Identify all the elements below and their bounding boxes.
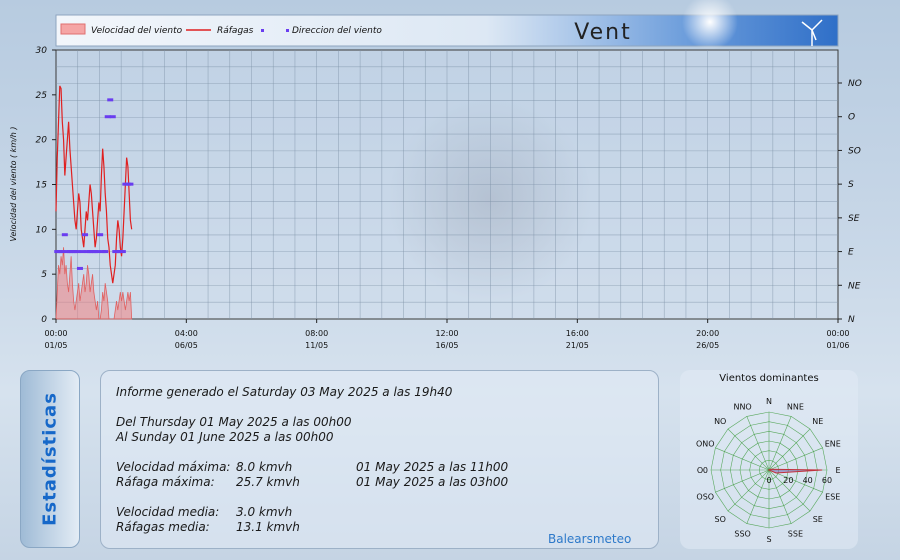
y-tick-label: 0 — [41, 315, 47, 325]
avg-speed-value: 3.0 kmvh — [236, 505, 293, 519]
direction-point — [102, 250, 109, 254]
y2-tick-label: O — [848, 113, 855, 123]
legend-swatch-direction-a — [261, 29, 264, 32]
rose-direction-label: NNO — [733, 402, 751, 411]
direction-point — [61, 233, 68, 237]
legend-swatch-direction-b — [286, 29, 289, 32]
wind-rose-chart: Vientos dominantes N NNE NE ENE E ESE SE SSE S SSO… — [680, 370, 858, 549]
y2-tick-label: S — [848, 180, 854, 190]
rose-direction-label: NE — [812, 417, 823, 426]
chart-title: Vent — [574, 20, 631, 45]
statistics-tab[interactable]: Estadísticas — [20, 370, 80, 548]
x-tick-date: 21/05 — [566, 341, 589, 350]
direction-point — [107, 98, 114, 102]
rose-radial-tick: 0 — [766, 476, 771, 485]
avg-gust-label: Ráfagas media: — [116, 520, 210, 534]
rose-direction-label: ENE — [825, 440, 841, 449]
x-tick-date: 06/05 — [175, 341, 198, 350]
x-tick-date: 11/05 — [305, 341, 328, 350]
direction-point — [119, 250, 126, 254]
x-axis: 00:00 01/05 04:00 06/05 08:00 11/05 12:00 16/05… — [44, 319, 850, 350]
direction-point — [97, 233, 104, 237]
x-tick-time: 20:00 — [696, 329, 719, 338]
rose-direction-label: ESE — [825, 492, 840, 501]
y2-tick-label: NO — [848, 79, 862, 89]
chart-header: Velocidad del viento Ráfagas Direccion d… — [55, 0, 839, 50]
y2-tick-label: N — [848, 315, 855, 325]
y-tick-label: 10 — [36, 225, 48, 235]
direction-point — [82, 233, 89, 237]
legend-label-gusts: Ráfagas — [217, 26, 254, 36]
y2-tick-label: SE — [848, 214, 860, 224]
statistics-tab-label: Estadísticas — [39, 392, 61, 526]
y2-tick-label: E — [848, 248, 854, 258]
rose-radial-tick: 20 — [783, 476, 793, 485]
x-tick-time: 12:00 — [435, 329, 458, 338]
rose-direction-label: NO — [714, 417, 726, 426]
x-tick-date: 26/05 — [696, 341, 719, 350]
x-tick-time: 16:00 — [566, 329, 589, 338]
max-gust-label: Ráfaga máxima: — [116, 475, 215, 489]
x-tick-date: 01/05 — [44, 341, 67, 350]
x-tick-date: 16/05 — [435, 341, 458, 350]
max-gust-value: 25.7 kmvh — [236, 475, 300, 489]
rose-direction-label: SO — [715, 515, 726, 524]
y2-tick-label: SO — [848, 146, 861, 156]
rose-zero-label: 0 — [703, 466, 708, 475]
y-tick-label: 30 — [36, 46, 48, 56]
y-tick-label: 15 — [36, 181, 48, 191]
y-axis: 0 5 10 15 20 25 30 — [36, 46, 56, 325]
y-tick-label: 25 — [36, 91, 48, 101]
direction-point — [109, 115, 116, 119]
x-tick-time: 00:00 — [826, 329, 849, 338]
report-to: Al Sunday 01 June 2025 a las 00h00 — [116, 430, 334, 444]
rose-direction-label: S — [766, 535, 771, 544]
y-tick-label: 20 — [36, 136, 48, 146]
y2-axis: N NE E SE S SO O NO — [838, 79, 862, 325]
direction-point — [76, 266, 83, 270]
rose-direction-label: SSE — [788, 530, 803, 539]
direction-point — [127, 182, 134, 186]
y-axis-label: Velocidad del viento ( km/h ) — [9, 126, 18, 241]
rose-direction-label: E — [835, 466, 840, 475]
rose-direction-label: ONO — [696, 440, 715, 449]
report-from: Del Thursday 01 May 2025 a las 00h00 — [116, 415, 352, 429]
y2-tick-label: NE — [848, 281, 861, 291]
avg-speed-label: Velocidad media: — [116, 505, 220, 519]
legend-label-speed: Velocidad del viento — [91, 26, 183, 36]
avg-gust-value: 13.1 kmvh — [236, 520, 300, 534]
max-speed-value: 8.0 kmvh — [236, 460, 293, 474]
brand-link[interactable]: Balearsmeteo — [548, 532, 631, 546]
legend-swatch-speed — [60, 23, 86, 35]
rose-direction-label: SSO — [734, 530, 750, 539]
max-speed-time: 01 May 2025 a las 11h00 — [356, 460, 509, 474]
x-tick-date: 01/06 — [826, 341, 849, 350]
rose-radial-tick: 60 — [822, 476, 832, 485]
rose-direction-label: NNE — [787, 402, 804, 411]
y-tick-label: 5 — [41, 270, 47, 280]
rose-direction-label: OSO — [696, 492, 714, 501]
x-tick-time: 04:00 — [175, 329, 198, 338]
rose-direction-label: N — [766, 397, 772, 406]
max-gust-time: 01 May 2025 a las 03h00 — [356, 475, 509, 489]
rose-title: Vientos dominantes — [719, 373, 818, 384]
x-tick-time: 08:00 — [305, 329, 328, 338]
report-generated: Informe generado el Saturday 03 May 2025… — [116, 385, 453, 399]
x-tick-time: 00:00 — [44, 329, 67, 338]
legend-label-direction: Direccion del viento — [292, 26, 382, 36]
rose-radial-tick: 40 — [803, 476, 813, 485]
rose-direction-label: SE — [813, 515, 823, 524]
max-speed-label: Velocidad máxima: — [116, 460, 231, 474]
